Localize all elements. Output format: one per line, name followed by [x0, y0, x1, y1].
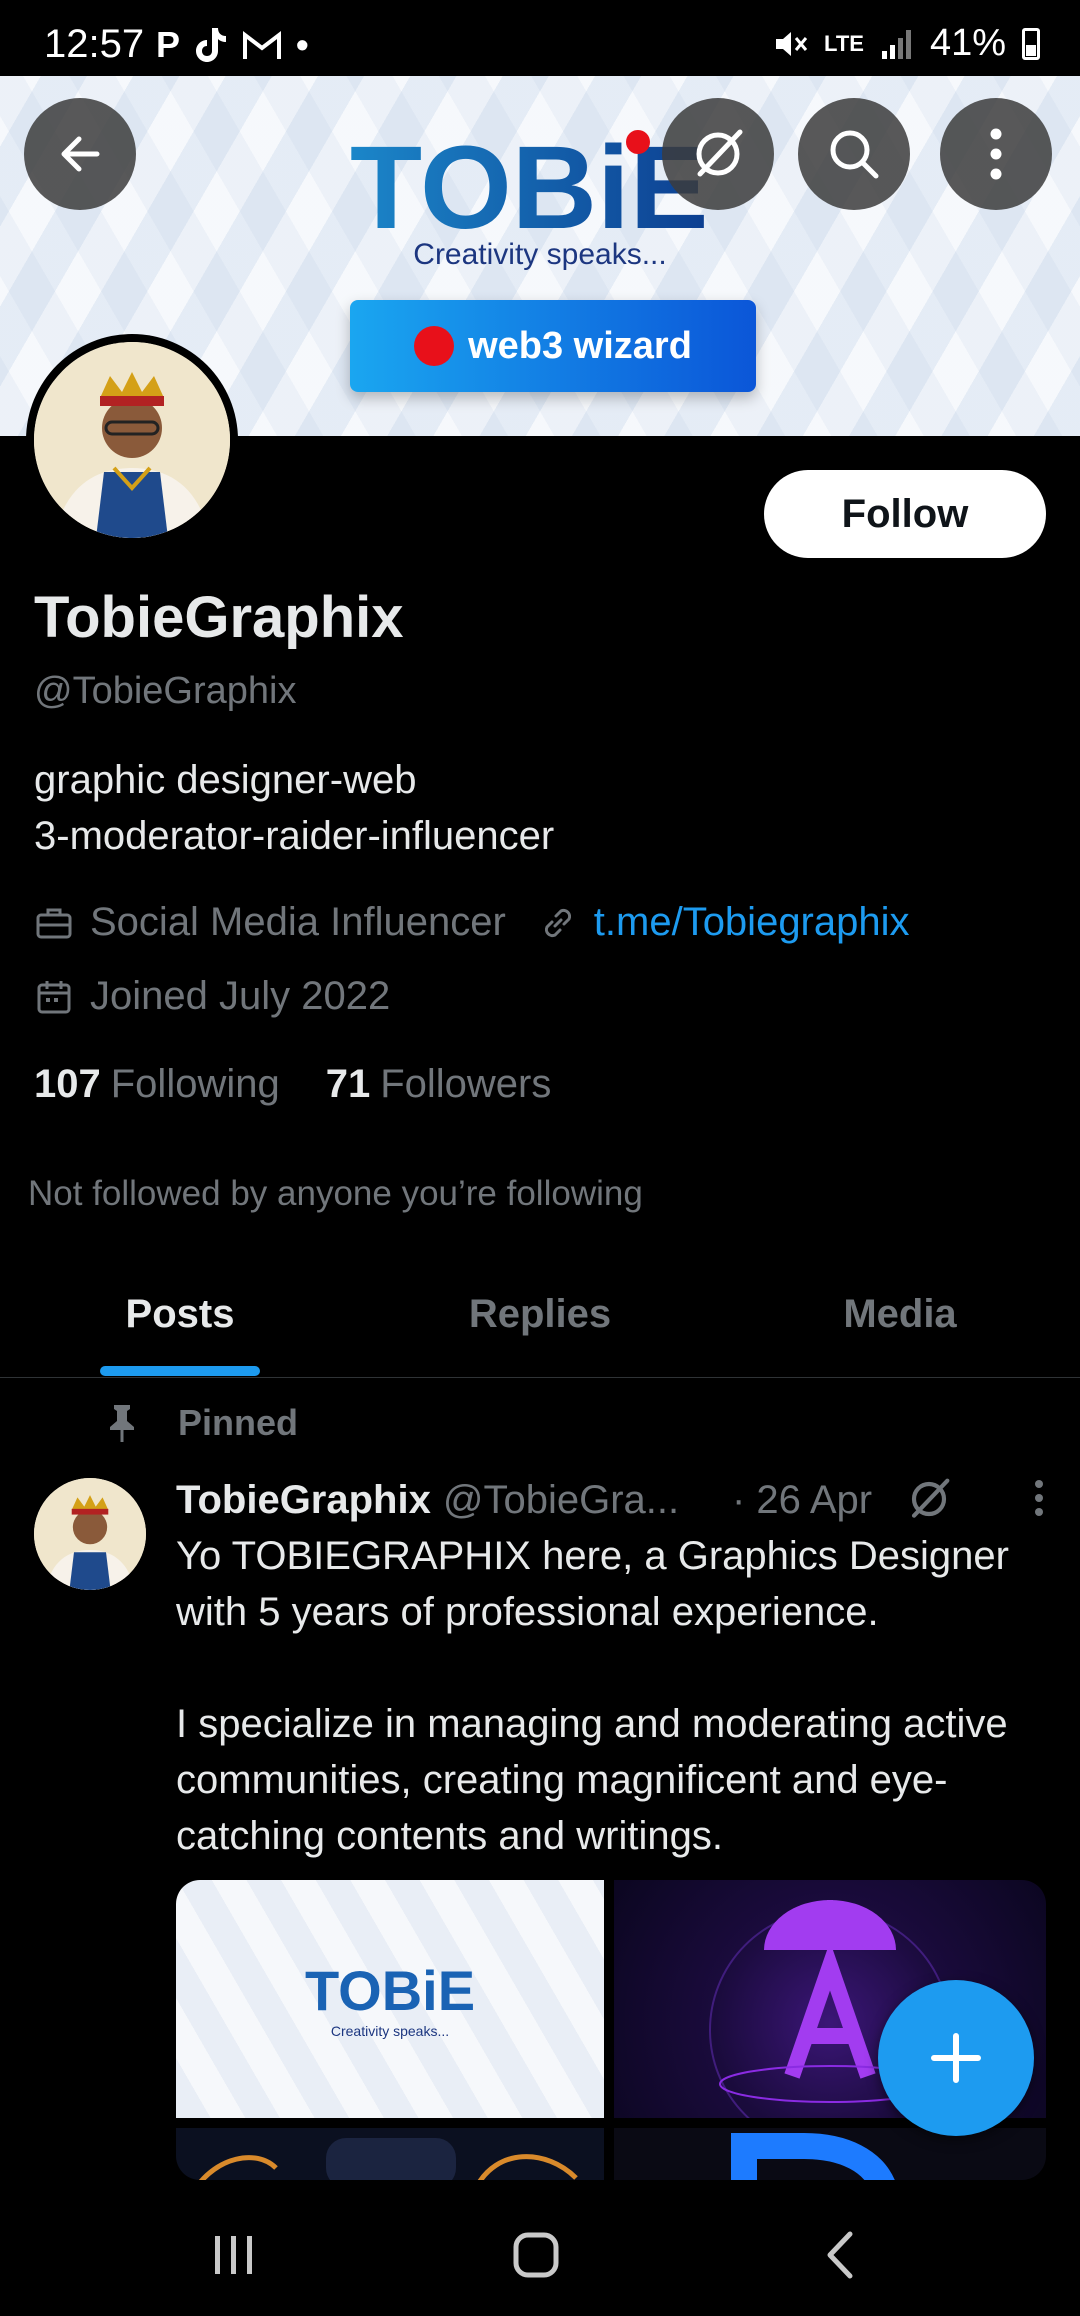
grok-icon	[696, 129, 743, 177]
tab-posts[interactable]: Posts	[0, 1250, 360, 1377]
back-button[interactable]	[24, 98, 136, 210]
mute-icon	[776, 31, 808, 56]
grok-icon[interactable]	[904, 1474, 954, 1524]
post-paragraph: I specialize in managing and moderating …	[176, 1702, 1008, 1858]
not-followed-note: Not followed by anyone you’re following	[28, 1174, 643, 1213]
bio-line: graphic designer-web	[34, 758, 417, 802]
pinned-label: Pinned	[178, 1402, 299, 1443]
post-author-name[interactable]: TobieGraphix	[176, 1478, 431, 1523]
post-media-image[interactable]	[176, 2128, 604, 2180]
svg-text:Creativity speaks...: Creativity speaks...	[331, 2023, 449, 2039]
followers-link[interactable]: 71 Followers	[326, 1062, 552, 1107]
profile-joined-row: Joined July 2022	[34, 974, 390, 1019]
signal-icon	[881, 29, 911, 59]
post-author-handle[interactable]: @TobieGra...	[443, 1478, 679, 1523]
pin-icon	[110, 1405, 134, 1442]
media-logo: TOBiE Creativity speaks...	[305, 1959, 475, 2039]
profile-category: Social Media Influencer	[90, 900, 506, 944]
follow-counts: 107 Following 71 Followers	[34, 1062, 551, 1107]
recent-apps-icon	[215, 2236, 252, 2274]
pinned-label-row: Pinned	[104, 1402, 298, 1444]
bio-line: 3-moderator-raider-influencer	[34, 814, 555, 858]
more-vertical-icon[interactable]	[1032, 1478, 1046, 1518]
following-count: 107	[34, 1062, 101, 1106]
active-tab-indicator	[100, 1366, 260, 1376]
media-illustration	[731, 2133, 895, 2180]
network-type: LTE	[824, 30, 864, 56]
gmail-icon	[243, 30, 282, 59]
search-icon	[830, 130, 879, 179]
status-time: 12:57	[44, 22, 145, 66]
p-notification-icon: P	[156, 24, 181, 65]
arrow-left-icon	[61, 136, 100, 172]
following-label: Following	[110, 1062, 280, 1106]
post-paragraph: Yo TOBIEGRAPHIX here, a Graphics Designe…	[176, 1534, 1009, 1634]
battery-percent: 41%	[929, 22, 1006, 64]
post-media-image[interactable]: TOBiE Creativity speaks...	[176, 1880, 604, 2118]
post-author-avatar[interactable]	[34, 1478, 146, 1590]
more-vertical-icon	[990, 128, 1002, 180]
tiktok-icon	[196, 28, 227, 62]
briefcase-icon	[36, 908, 72, 938]
profile-bio: graphic designer-web 3-moderator-raider-…	[34, 752, 1034, 864]
tab-replies[interactable]: Replies	[360, 1250, 720, 1377]
profile-tabs: Posts Replies Media	[0, 1250, 1080, 1378]
banner-badge: web3 wizard	[350, 300, 756, 392]
badge-text: web3 wizard	[468, 324, 692, 367]
system-nav-bar	[0, 2180, 1080, 2316]
tab-media[interactable]: Media	[720, 1250, 1080, 1377]
avatar-illustration	[34, 1478, 146, 1590]
calendar-icon	[37, 980, 71, 1013]
profile-name: TobieGraphix	[34, 585, 404, 650]
profile-avatar-ring[interactable]	[26, 334, 238, 546]
profile-link[interactable]: t.me/Tobiegraphix	[594, 900, 910, 945]
status-bar: 12:57 P • LTE 41%	[0, 0, 1080, 76]
plus-icon	[931, 2033, 981, 2083]
avatar-illustration	[34, 342, 230, 538]
search-button[interactable]	[798, 98, 910, 210]
notification-icons: P •	[156, 24, 309, 66]
more-notifications-dot: •	[296, 24, 309, 65]
followers-label: Followers	[380, 1062, 552, 1106]
post-text: Yo TOBIEGRAPHIX here, a Graphics Designe…	[176, 1528, 1056, 1920]
svg-text:TOBiE: TOBiE	[350, 128, 708, 238]
status-right: LTE 41%	[772, 22, 1040, 65]
post-date[interactable]: · 26 Apr	[732, 1478, 872, 1523]
profile-joined: Joined July 2022	[90, 974, 391, 1018]
avatar	[34, 342, 230, 538]
chevron-left-icon	[827, 2231, 853, 2279]
back-nav-button[interactable]	[800, 2220, 880, 2290]
svg-text:TOBiE: TOBiE	[305, 1959, 475, 2022]
banner-tagline: Creativity speaks...	[413, 238, 667, 271]
profile-meta-row: Social Media Influencer t.me/Tobiegraphi…	[34, 900, 910, 945]
more-options-button[interactable]	[940, 98, 1052, 210]
following-link[interactable]: 107 Following	[34, 1062, 280, 1107]
home-icon	[513, 2232, 559, 2278]
post-header: TobieGraphix @TobieGra... · 26 Apr	[176, 1472, 1046, 1528]
post-media-image[interactable]	[614, 2128, 1046, 2180]
link-icon	[544, 908, 571, 937]
battery-icon	[1022, 27, 1040, 60]
follow-button[interactable]: Follow	[764, 470, 1046, 558]
recent-apps-button[interactable]	[194, 2220, 274, 2290]
media-illustration	[199, 2138, 578, 2180]
compose-post-button[interactable]	[878, 1980, 1034, 2136]
red-dot-icon	[414, 326, 455, 366]
home-button[interactable]	[496, 2220, 576, 2290]
grok-button[interactable]	[662, 98, 774, 210]
profile-handle: @TobieGraphix	[34, 670, 297, 712]
followers-count: 71	[325, 1062, 371, 1106]
